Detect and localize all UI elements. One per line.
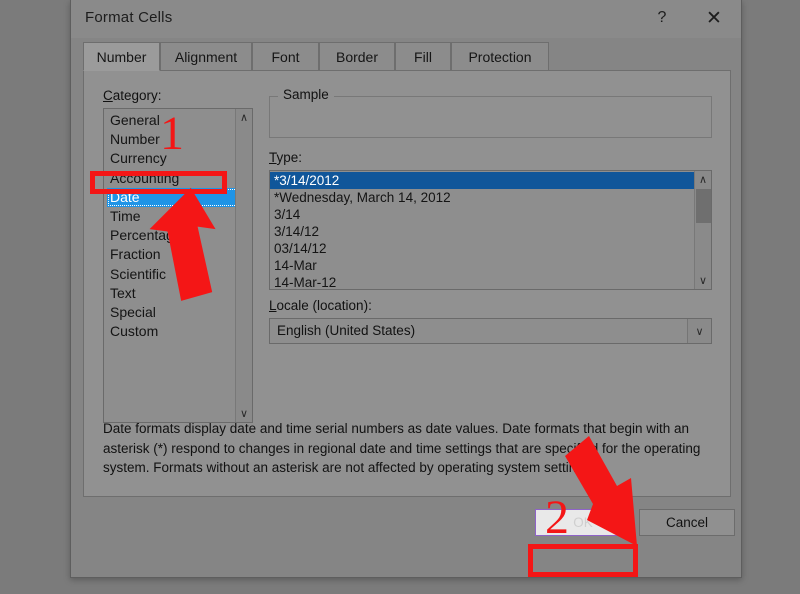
dialog-title: Format Cells	[85, 9, 172, 26]
locale-selected-value: English (United States)	[277, 323, 415, 338]
type-item-1[interactable]: *Wednesday, March 14, 2012	[270, 189, 694, 206]
tab-protection[interactable]: Protection	[451, 42, 549, 71]
type-item-4[interactable]: 03/14/12	[270, 240, 694, 257]
scrollbar-thumb[interactable]	[696, 189, 711, 223]
category-item-text[interactable]: Text	[107, 284, 239, 303]
chevron-up-icon[interactable]: ∧	[695, 171, 711, 188]
category-item-fraction[interactable]: Fraction	[107, 245, 239, 264]
category-item-date[interactable]: Date	[107, 188, 240, 207]
category-label-rest: ategory:	[113, 88, 162, 103]
tab-fill[interactable]: Fill	[395, 42, 451, 71]
help-icon[interactable]: ?	[639, 0, 685, 36]
chevron-down-icon[interactable]: ∨	[695, 272, 711, 289]
cancel-button[interactable]: Cancel	[639, 509, 735, 536]
format-description: Date formats display date and time seria…	[103, 419, 708, 478]
tab-font[interactable]: Font	[252, 42, 319, 71]
format-cells-dialog: Format Cells ? ✕ Number Alignment Font B…	[70, 0, 742, 578]
category-label: Category:	[103, 88, 162, 103]
tab-alignment[interactable]: Alignment	[160, 42, 252, 71]
annotation-step-2: 2	[545, 494, 569, 542]
tab-border[interactable]: Border	[319, 42, 395, 71]
locale-label-rest: ocale (location):	[277, 298, 372, 313]
type-listbox[interactable]: *3/14/2012 *Wednesday, March 14, 2012 3/…	[269, 170, 712, 290]
type-item-0[interactable]: *3/14/2012	[270, 172, 694, 189]
category-item-accounting[interactable]: Accounting	[107, 169, 239, 188]
tab-number[interactable]: Number	[83, 42, 160, 71]
dialog-titlebar: Format Cells ? ✕	[71, 0, 741, 38]
locale-dropdown[interactable]: English (United States) ∨	[269, 318, 712, 344]
type-label-rest: ype:	[277, 150, 303, 165]
locale-label: Locale (location):	[269, 298, 372, 313]
type-list: *3/14/2012 *Wednesday, March 14, 2012 3/…	[270, 171, 694, 291]
type-scrollbar[interactable]: ∧ ∨	[694, 171, 711, 289]
type-label: Type:	[269, 150, 302, 165]
type-item-5[interactable]: 14-Mar	[270, 257, 694, 274]
annotation-step-1: 1	[160, 110, 184, 158]
category-item-special[interactable]: Special	[107, 303, 239, 322]
close-icon[interactable]: ✕	[691, 0, 737, 36]
type-item-2[interactable]: 3/14	[270, 206, 694, 223]
category-item-scientific[interactable]: Scientific	[107, 265, 239, 284]
category-item-percentage[interactable]: Percentage	[107, 226, 239, 245]
chevron-down-icon[interactable]: ∨	[687, 319, 711, 343]
tab-strip: Number Alignment Font Border Fill Protec…	[83, 42, 731, 71]
category-item-time[interactable]: Time	[107, 207, 239, 226]
type-item-3[interactable]: 3/14/12	[270, 223, 694, 240]
category-scrollbar[interactable]: ∧ ∨	[235, 109, 252, 422]
chevron-up-icon[interactable]: ∧	[236, 109, 252, 126]
sample-groupbox	[269, 96, 712, 138]
category-item-custom[interactable]: Custom	[107, 322, 239, 341]
sample-label: Sample	[278, 87, 334, 102]
type-item-6[interactable]: 14-Mar-12	[270, 274, 694, 291]
